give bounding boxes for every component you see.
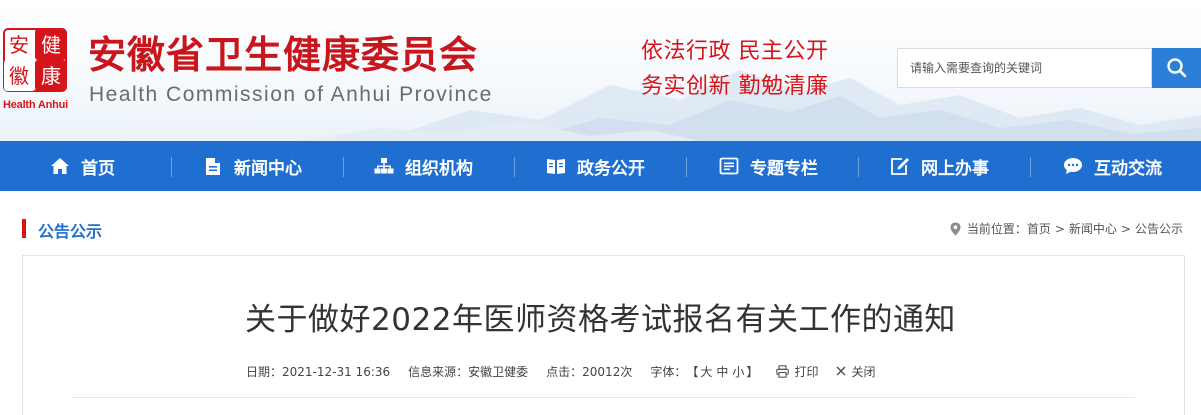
seal-char-4: 康 <box>41 64 61 88</box>
site-subtitle: Health Commission of Anhui Province <box>89 83 493 106</box>
nav-item-label: 网上办事 <box>921 158 989 179</box>
logo-english-text: Health Anhui <box>3 99 69 111</box>
site-header: 安 健 徽 康 Health Anhui 安徽省卫生健康委员会 Health C… <box>0 0 1201 141</box>
font-size-controls: 字体： 【 大 中 小 】 <box>650 363 758 380</box>
site-title: 安徽省卫生健康委员会 <box>88 33 479 77</box>
nav-divider <box>514 157 515 177</box>
article-meta: 日期：2021-12-31 16:36 信息来源：安徽卫健委 点击：20012次… <box>246 363 875 379</box>
document-icon <box>203 156 223 176</box>
close-button[interactable]: 关闭 <box>836 363 875 380</box>
section-accent-bar <box>22 219 26 238</box>
search-icon <box>1166 58 1186 78</box>
article-title: 关于做好2022年医师资格考试报名有关工作的通知 <box>245 302 956 338</box>
home-icon <box>50 156 70 176</box>
breadcrumb-link-notices[interactable]: 公告公示 <box>1135 220 1183 237</box>
nav-divider <box>1030 157 1031 177</box>
slogan-line-1: 依法行政 民主公开 <box>641 39 829 64</box>
font-size-small[interactable]: 小 <box>732 363 744 380</box>
breadcrumb-link-home[interactable]: 首页 <box>1027 220 1051 237</box>
search-input[interactable] <box>898 49 1151 87</box>
book-icon <box>546 156 566 176</box>
edit-icon <box>890 156 910 176</box>
print-button[interactable]: 打印 <box>776 363 818 380</box>
font-size-bracket-close: 】 <box>746 364 759 379</box>
font-size-label: 字体： <box>650 364 687 379</box>
article-source: 信息来源：安徽卫健委 <box>408 364 529 379</box>
nav-item-home[interactable]: 首页 <box>50 141 115 191</box>
seal-char-3: 徽 <box>9 64 29 88</box>
font-size-medium[interactable]: 中 <box>716 363 728 380</box>
nav-item-label: 政务公开 <box>577 158 645 179</box>
print-label: 打印 <box>794 364 819 379</box>
nav-divider <box>171 157 172 177</box>
nav-item-government-affairs[interactable]: 政务公开 <box>546 141 645 191</box>
nav-item-label: 首页 <box>81 158 115 179</box>
nav-item-label: 专题专栏 <box>750 158 818 179</box>
nav-divider <box>686 157 687 177</box>
font-size-bracket-open: 【 <box>686 364 699 379</box>
breadcrumb: 当前位置： 首页 > 新闻中心 > 公告公示 <box>950 220 1183 237</box>
nav-item-label: 新闻中心 <box>234 158 302 179</box>
meta-divider <box>72 397 1135 398</box>
breadcrumb-separator: > <box>1120 221 1131 236</box>
article-date: 日期：2021-12-31 16:36 <box>246 364 391 379</box>
section-title: 公告公示 <box>38 222 103 241</box>
site-logo-seal: 安 健 徽 康 <box>3 28 67 92</box>
nav-divider <box>343 157 344 177</box>
nav-divider <box>858 157 859 177</box>
slogan-line-2: 务实创新 勤勉清廉 <box>641 74 829 99</box>
close-label: 关闭 <box>851 364 876 379</box>
nav-item-special-topics[interactable]: 专题专栏 <box>719 141 818 191</box>
close-icon <box>836 366 846 376</box>
chat-bubble-icon <box>1063 156 1083 176</box>
search-button[interactable] <box>1152 48 1201 88</box>
list-box-icon <box>719 156 739 176</box>
breadcrumb-link-news[interactable]: 新闻中心 <box>1069 220 1117 237</box>
nav-item-organization[interactable]: 组织机构 <box>374 141 473 191</box>
seal-char-2: 健 <box>41 33 61 57</box>
seal-char-1: 安 <box>9 33 29 57</box>
printer-icon <box>776 364 790 378</box>
nav-item-label: 组织机构 <box>405 158 473 179</box>
font-size-large[interactable]: 大 <box>700 363 712 380</box>
nav-item-interaction[interactable]: 互动交流 <box>1063 141 1162 191</box>
breadcrumb-prefix: 当前位置： <box>966 222 1027 236</box>
nav-item-label: 互动交流 <box>1094 158 1162 179</box>
main-nav: 首页 新闻中心 组织机构 政务公开 专题专栏 网上办事 互动交流 <box>0 141 1201 191</box>
nav-item-online-services[interactable]: 网上办事 <box>890 141 989 191</box>
org-chart-icon <box>374 156 394 176</box>
article-hits: 点击：20012次 <box>546 364 633 379</box>
nav-item-news[interactable]: 新闻中心 <box>203 141 302 191</box>
breadcrumb-separator: > <box>1054 221 1065 236</box>
search-box <box>897 48 1152 88</box>
location-pin-icon <box>950 222 961 236</box>
